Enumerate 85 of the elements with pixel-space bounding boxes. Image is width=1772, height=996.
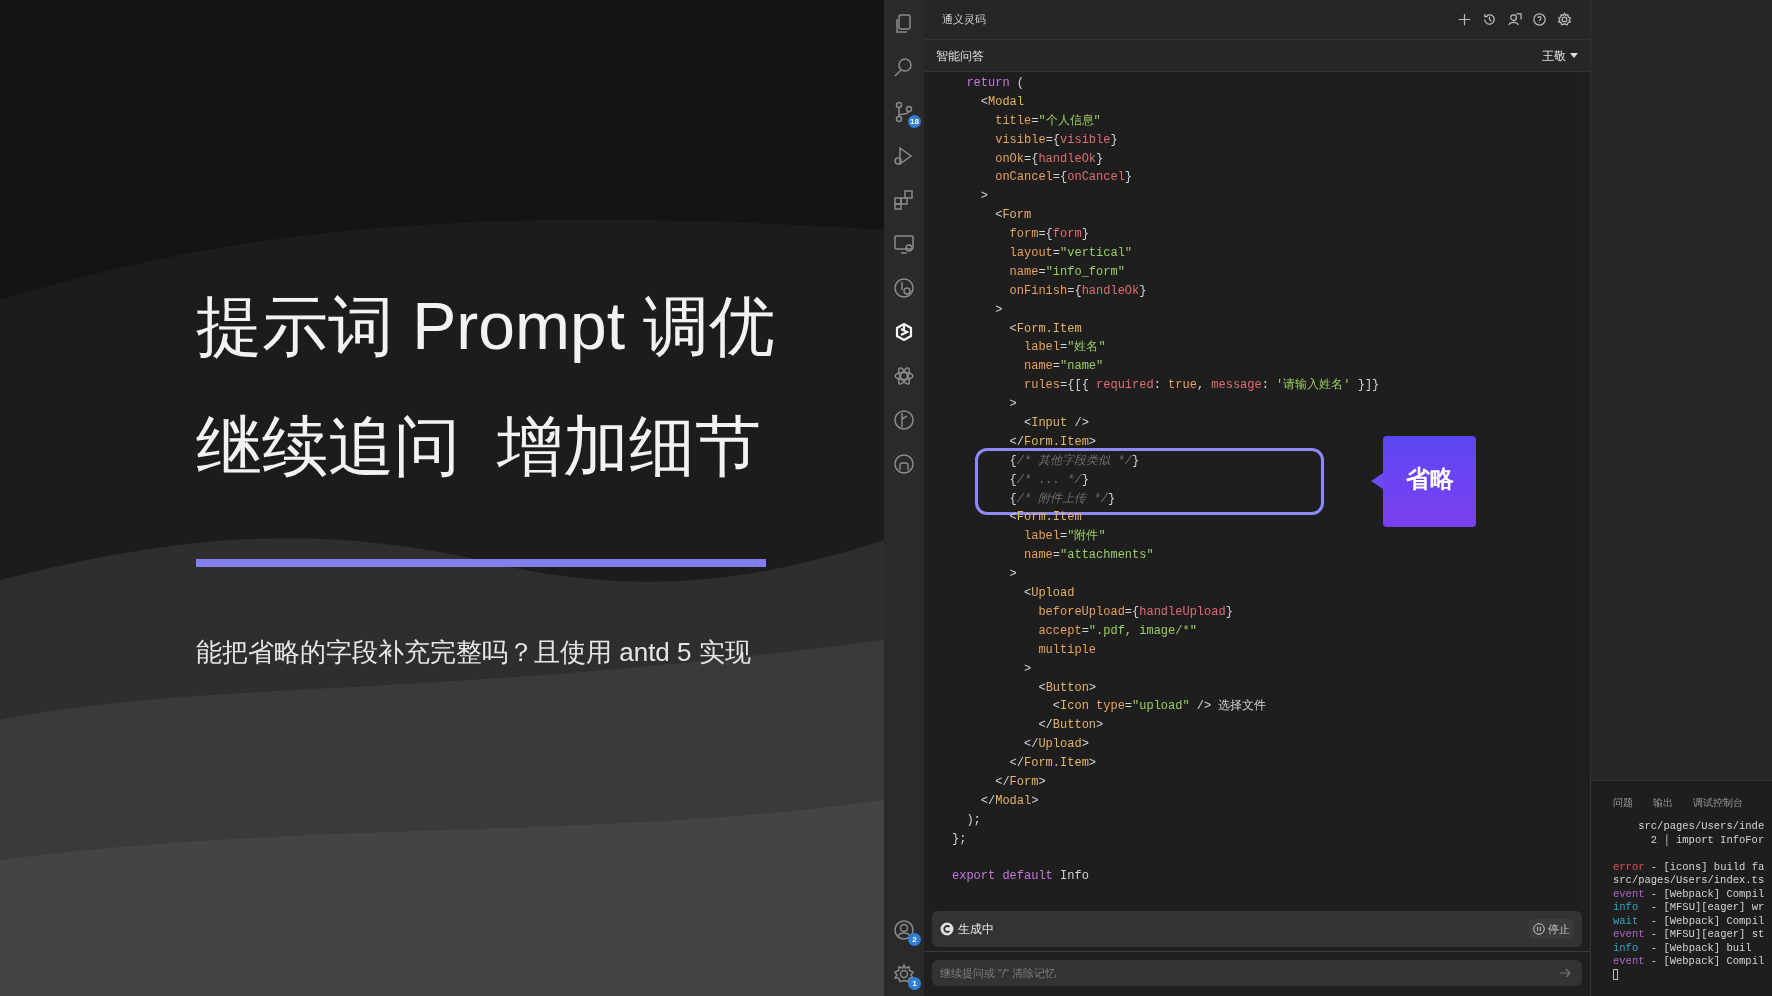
- code-line: label="附件": [1023, 528, 1106, 546]
- code-line: {/* 其他字段类似 */}: [1008, 452, 1140, 470]
- code-line: };: [952, 830, 967, 848]
- code-line: </Upload>: [1023, 736, 1089, 754]
- code-line: layout="vertical": [1008, 245, 1133, 262]
- code-line: >: [994, 301, 1003, 319]
- code-line: visible={visible}: [994, 131, 1118, 149]
- help-icon[interactable]: [1532, 12, 1547, 27]
- code-line: name="info_form": [1008, 263, 1125, 281]
- terminal-line: src/pages/Users/index.ts: [1613, 874, 1765, 888]
- code-line: multiple: [1037, 641, 1097, 659]
- code-line: onCancel={onCancel}: [994, 169, 1133, 187]
- history-icon[interactable]: [1482, 12, 1497, 27]
- spinner-icon: [940, 922, 954, 936]
- person-icon[interactable]: [1507, 12, 1522, 27]
- plus-icon[interactable]: [1457, 12, 1472, 27]
- code-line: </Form>: [994, 773, 1046, 791]
- code-line: <Upload: [1023, 585, 1075, 603]
- subtitle: 能把省略的字段补充完整吗？且使用 antd 5 实现: [196, 636, 751, 669]
- count-badge: 18: [908, 115, 921, 128]
- terminal-line: event - [MFSU][eager] st: [1613, 928, 1765, 942]
- panel-tab[interactable]: 输出: [1653, 795, 1673, 810]
- send-icon[interactable]: [1560, 968, 1572, 978]
- code-line: beforeUpload={handleUpload}: [1037, 603, 1233, 621]
- code-line: <Form.Item: [1008, 320, 1082, 338]
- settings-icon[interactable]: [1557, 12, 1572, 27]
- account-icon[interactable]: [892, 918, 916, 942]
- code-line: return (: [965, 75, 1024, 92]
- panel-tab[interactable]: 调试控制台: [1693, 795, 1743, 810]
- callout-label: 省略: [1383, 435, 1476, 527]
- code-line: >: [1008, 566, 1017, 584]
- code-line: {/* 附件上传 */}: [1008, 490, 1116, 508]
- code-line: {/* ... */}: [1008, 471, 1089, 489]
- slide-title: 继续追问 增加细节: [196, 410, 762, 482]
- code-line: </Form.Item>: [1008, 755, 1097, 773]
- count-badge: 2: [908, 933, 921, 946]
- code-line: <Icon type="upload" /> 选择文件: [1051, 698, 1267, 716]
- count-badge: 1: [908, 977, 921, 990]
- code-line: <Button>: [1037, 679, 1097, 697]
- code-line: name="name": [1023, 358, 1104, 376]
- stop-button[interactable]: 停止: [1529, 918, 1574, 940]
- code-line: onOk={handleOk}: [994, 150, 1104, 168]
- terminal-line: info - [Webpack] buil: [1613, 941, 1752, 955]
- caret-icon: [1570, 53, 1578, 58]
- monitor-icon[interactable]: [892, 232, 916, 256]
- code-line: form={form}: [1008, 226, 1089, 244]
- code-line: export default Info: [952, 868, 1089, 886]
- code-line: label="姓名": [1023, 339, 1106, 357]
- extensions-icon[interactable]: [892, 188, 916, 212]
- code-line: >: [979, 188, 988, 206]
- code-line: accept=".pdf, image/*": [1037, 622, 1197, 640]
- code-line: >: [1008, 396, 1017, 414]
- terminal-line: event - [Webpack] Compil: [1613, 955, 1765, 969]
- code-line: </Button>: [1037, 717, 1104, 735]
- terminal-line: src/pages/Users/inde: [1637, 820, 1765, 834]
- code-line: title="个人信息": [994, 112, 1101, 130]
- code-line: <Form.Item: [1008, 509, 1082, 527]
- code-line: name="attachments": [1023, 547, 1154, 565]
- code-line: </Modal>: [979, 792, 1039, 810]
- timeline-icon[interactable]: [892, 276, 916, 300]
- terminal-line: info - [MFSU][eager] wr: [1613, 901, 1765, 915]
- code-line: rules={[{ required: true, message: '请输入姓名' }]}: [1023, 377, 1380, 395]
- code-line: <Form: [994, 207, 1032, 225]
- code-line: onFinish={handleOk}: [1008, 282, 1147, 300]
- code-line: );: [965, 811, 981, 829]
- question-input[interactable]: 继续提问或 "/" 清除记忆: [932, 960, 1582, 986]
- code-line: <Input />: [1023, 415, 1089, 433]
- code-line: >: [1023, 660, 1032, 678]
- code-line: </Form.Item>: [1008, 433, 1097, 451]
- atom-icon[interactable]: [892, 364, 916, 388]
- git-graph-icon[interactable]: [892, 408, 916, 432]
- slide-title: 提示词 Prompt 调优: [196, 290, 777, 362]
- status-text: 生成中: [958, 921, 994, 938]
- panel-title: 通义灵码: [942, 12, 986, 28]
- pause-icon: [1533, 923, 1545, 935]
- callout-pointer: [1371, 473, 1383, 490]
- section-title: 智能问答: [936, 47, 984, 65]
- code-line: <Modal: [979, 93, 1025, 111]
- user-dropdown[interactable]: 王敬: [1542, 46, 1578, 65]
- terminal-line: 2 │ import InfoFor: [1649, 833, 1765, 847]
- terminal-line: error - [icons] build fa: [1613, 860, 1765, 874]
- terminal-line: wait - [Webpack] Compil: [1613, 914, 1765, 928]
- terminal-line: event - [Webpack] Compil: [1613, 887, 1765, 901]
- panel-tab[interactable]: 问题: [1613, 795, 1633, 810]
- text-cursor: [1613, 968, 1618, 980]
